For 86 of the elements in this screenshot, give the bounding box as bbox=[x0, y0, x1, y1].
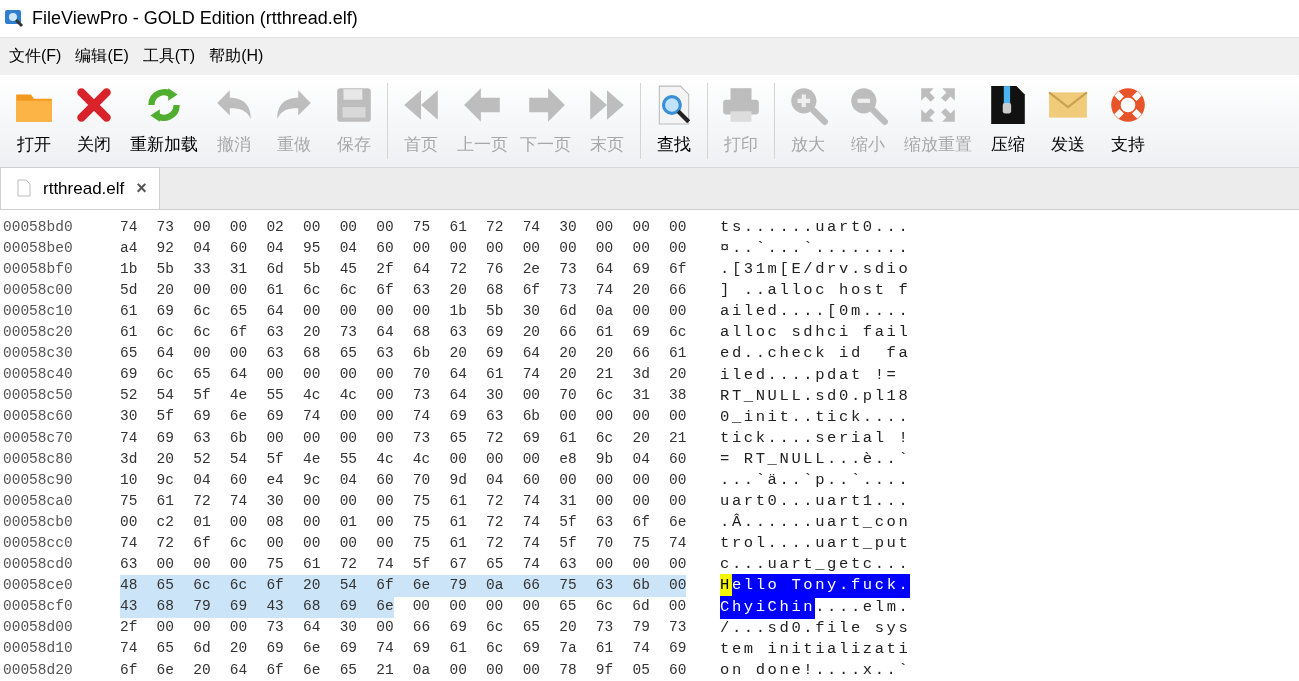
close-button[interactable]: × bbox=[136, 174, 147, 202]
offset: 00058ca0 bbox=[2, 491, 74, 511]
ascii-text: ] ..alloc host f bbox=[720, 280, 911, 302]
ascii-text: 0_init..tick.... bbox=[720, 406, 911, 428]
offset: 00058be0 bbox=[2, 238, 74, 258]
ascii-text: = RT_NULL...è..` bbox=[720, 448, 911, 470]
offset: 00058c60 bbox=[2, 407, 74, 427]
hex-bytes: 63 00 00 00 75 61 72 74 5f 67 65 74 63 00 00 00 bbox=[120, 555, 687, 575]
offset: 00058c70 bbox=[2, 428, 74, 448]
ascii-text: ailed....[0m.... bbox=[720, 301, 911, 323]
offset: 00058d10 bbox=[2, 639, 74, 659]
ascii-text: c...uart_getc... bbox=[720, 554, 911, 576]
offset: 00058cd0 bbox=[2, 555, 74, 575]
toolbar-button[interactable]: 打开 bbox=[4, 75, 64, 167]
offset: 00058c10 bbox=[2, 302, 74, 321]
offset: 00058c20 bbox=[2, 323, 74, 343]
hex-bytes: 61 6c 6c 6f 63 20 73 64 68 63 69 20 66 61 69 6c bbox=[120, 323, 687, 343]
offset: 00058c80 bbox=[2, 449, 74, 469]
hex-bytes: 52 54 5f 4e 55 4c 4c 00 73 64 30 00 70 6c 31 38 bbox=[120, 386, 687, 406]
ascii-text: alloc sdhci fail bbox=[720, 322, 911, 344]
hex-bytes: 74 69 63 6b 00 00 00 00 73 65 72 69 61 6c 20 21 bbox=[120, 428, 687, 448]
hex-bytes: a4 92 04 60 04 95 04 60 00 00 00 00 00 00 00 00 bbox=[120, 238, 687, 258]
offset: 00058cb0 bbox=[2, 512, 74, 532]
offset: 00058d20 bbox=[2, 660, 74, 680]
selected-hex-bytes: 43 68 79 69 43 68 69 6e bbox=[120, 596, 394, 619]
ascii-text: ed..check id fa bbox=[720, 343, 911, 365]
offset: 00058bf0 bbox=[2, 259, 74, 279]
cursor-char: H bbox=[720, 574, 732, 598]
hex-bytes: 5d 20 00 00 61 6c 6c 6f 63 20 68 6f 73 74 20 66 bbox=[120, 280, 687, 300]
hex-bytes: 30 5f 69 6e 69 74 00 00 74 69 63 6b 00 00 00 00 bbox=[120, 407, 687, 427]
ascii-text: on done!....x..` bbox=[720, 659, 911, 681]
offset: 00058c50 bbox=[2, 386, 74, 406]
hex-bytes: 00 c2 01 00 08 00 01 00 75 61 72 74 5f 63 6f 6e bbox=[120, 512, 687, 532]
selected-hex-bytes: 48 65 6c 6c 6f 20 54 6f 6e 79 0a 66 75 63 6b 00 bbox=[120, 575, 687, 597]
app-icon bbox=[4, 8, 24, 29]
ascii-text: iled....pdat != bbox=[720, 364, 900, 386]
ascii-text: .[31m[E/drv.sdio bbox=[720, 259, 911, 281]
ascii-text: RT_NULL.sd0.pl18 bbox=[720, 385, 911, 407]
offset: 00058c90 bbox=[2, 470, 74, 490]
ascii-text: ...`ä..`p..`.... bbox=[720, 470, 911, 491]
hex-bytes: 3d 20 52 54 5f 4e 55 4c 4c 00 00 00 e8 9b 04 60 bbox=[120, 449, 687, 469]
hex-bytes: 6f 6e 20 64 6f 6e 65 21 0a 00 00 00 78 9f 05 60 bbox=[120, 660, 687, 680]
ascii-text: /...sd0.file sys bbox=[720, 617, 911, 639]
toolbar-button[interactable]: 关闭 bbox=[64, 75, 124, 167]
ascii-text: tick....serial ! bbox=[720, 427, 911, 449]
document-icon bbox=[17, 179, 31, 198]
offset: 00058d00 bbox=[2, 618, 74, 638]
offset: 00058ce0 bbox=[2, 576, 74, 596]
hex-bytes: 2f 00 00 00 73 64 30 00 66 69 6c 65 20 73 79 73 bbox=[120, 618, 687, 638]
hex-bytes: 1b 5b 33 31 6d 5b 45 2f 64 72 76 2e 73 64 69 6f bbox=[120, 259, 687, 279]
hex-bytes: 00 00 00 00 65 6c 6d 00 bbox=[412, 597, 687, 617]
window-title: FileViewPro - GOLD Edition (rtthread.elf) bbox=[32, 6, 358, 30]
hex-bytes: 74 72 6f 6c 00 00 00 00 75 61 72 74 5f 70 75 74 bbox=[120, 534, 687, 553]
offset: 00058c30 bbox=[2, 344, 74, 364]
menu-item[interactable]: 编辑(E) bbox=[70, 40, 134, 73]
ascii-text: ts......uart0... bbox=[720, 216, 911, 238]
menu-item[interactable]: 文件(F) bbox=[4, 40, 67, 73]
toolbar-button[interactable]: 压缩 bbox=[978, 75, 1038, 167]
toolbar-button[interactable]: 重新加载 bbox=[124, 75, 204, 167]
hex-bytes: 74 65 6d 20 69 6e 69 74 69 61 6c 69 7a 61 74 69 bbox=[120, 639, 687, 659]
hex-bytes: 75 61 72 74 30 00 00 00 75 61 72 74 31 00 00 00 bbox=[120, 491, 687, 511]
menu-item[interactable]: 帮助(H) bbox=[204, 40, 269, 73]
menu-item[interactable]: 工具(T) bbox=[137, 40, 201, 73]
offset: 00058c40 bbox=[2, 365, 74, 385]
hex-bytes: 74 73 00 00 02 00 00 00 75 61 72 74 30 00 00 00 bbox=[120, 217, 687, 237]
toolbar-button[interactable]: 支持 bbox=[1098, 75, 1158, 167]
offset: 00058c00 bbox=[2, 280, 74, 300]
ascii-text: .Â......uart_con bbox=[720, 512, 911, 534]
selected-ascii-text: ChyiChin bbox=[720, 595, 816, 619]
file-tab[interactable]: rtthread.elf × bbox=[0, 166, 160, 209]
ascii-text: ....elm. bbox=[815, 596, 911, 618]
selected-ascii-text: ello Tony.fuck. bbox=[731, 574, 911, 598]
ascii-text: ¤..`...`........ bbox=[720, 237, 911, 259]
hex-bytes: 69 6c 65 64 00 00 00 00 70 64 61 74 20 21 3d 20 bbox=[120, 365, 687, 385]
hex-bytes: 61 69 6c 65 64 00 00 00 00 1b 5b 30 6d 0a 00 00 bbox=[120, 302, 687, 321]
ascii-text: uart0...uart1... bbox=[720, 491, 911, 513]
offset: 00058cf0 bbox=[2, 597, 74, 617]
toolbar-button[interactable]: 发送 bbox=[1038, 75, 1098, 167]
ascii-text: trol....uart_put bbox=[720, 533, 911, 555]
offset: 00058cc0 bbox=[2, 534, 74, 553]
toolbar-button[interactable]: 查找 bbox=[644, 75, 704, 167]
offset: 00058bd0 bbox=[2, 217, 74, 237]
ascii-text: tem initializati bbox=[720, 638, 911, 660]
hex-bytes: 65 64 00 00 63 68 65 63 6b 20 69 64 20 20 66 61 bbox=[120, 344, 687, 364]
hex-bytes: 10 9c 04 60 e4 9c 04 60 70 9d 04 60 00 00 00 00 bbox=[120, 470, 687, 490]
tab-label: rtthread.elf bbox=[43, 177, 125, 200]
